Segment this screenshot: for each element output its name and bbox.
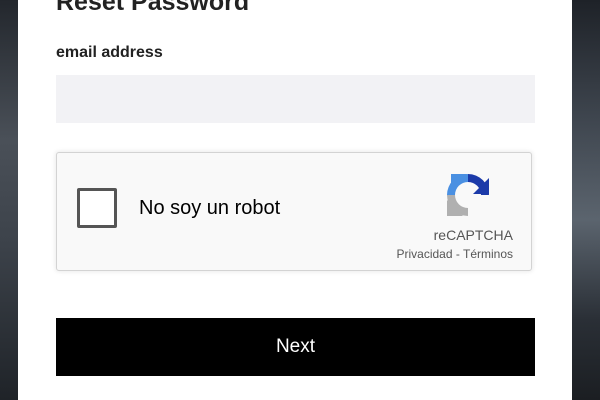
reset-password-card: Reset Password email address No soy un r… bbox=[18, 0, 572, 400]
recaptcha-checkbox-label: No soy un robot bbox=[139, 197, 281, 219]
privacy-link[interactable]: Privacidad bbox=[397, 247, 453, 261]
next-button[interactable]: Next bbox=[56, 318, 535, 376]
recaptcha-widget: No soy un robot reCAPTCHA Privacidad - T… bbox=[56, 152, 532, 271]
link-separator: - bbox=[452, 247, 463, 261]
recaptcha-links: Privacidad - Términos bbox=[397, 247, 514, 261]
recaptcha-checkbox[interactable] bbox=[77, 188, 117, 228]
email-label: email address bbox=[56, 44, 163, 61]
background-left bbox=[0, 0, 18, 400]
email-field[interactable] bbox=[56, 75, 535, 123]
background-right bbox=[572, 0, 600, 400]
page-title: Reset Password bbox=[56, 0, 250, 16]
recaptcha-logo-icon bbox=[447, 174, 489, 216]
recaptcha-brand: reCAPTCHA bbox=[433, 227, 513, 243]
terms-link[interactable]: Términos bbox=[463, 247, 513, 261]
